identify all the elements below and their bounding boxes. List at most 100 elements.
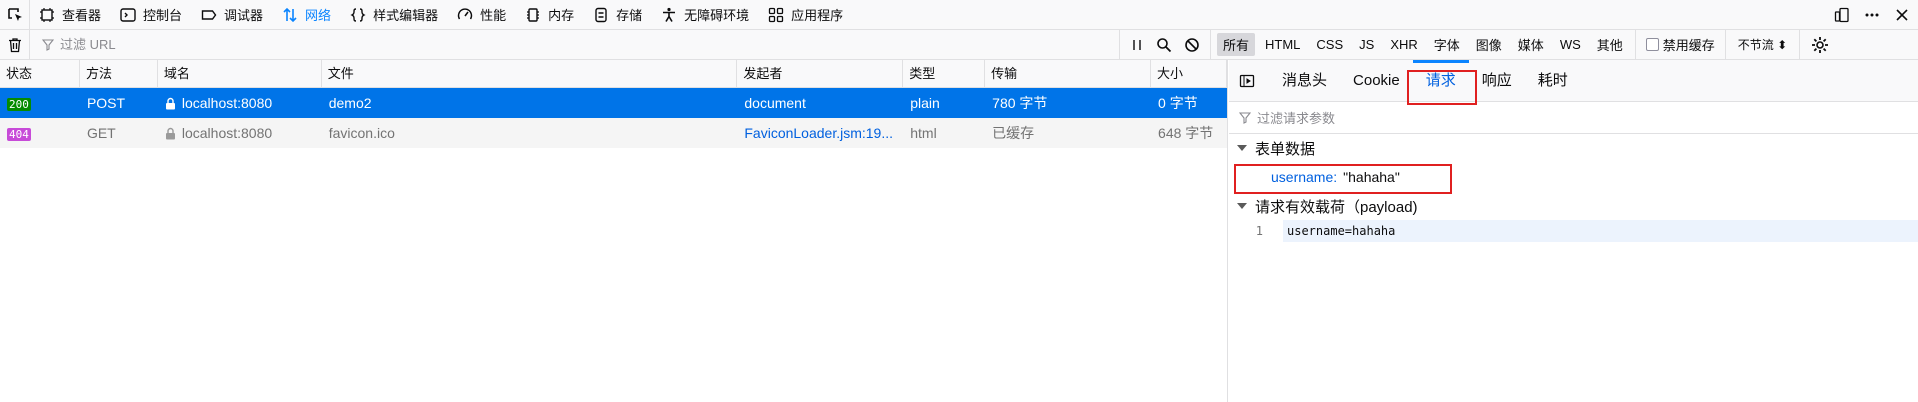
performance-icon bbox=[456, 6, 474, 24]
request-details-panel: 消息头 Cookie 请求 响应 耗时 过滤请求参数 表单数据 username… bbox=[1229, 59, 1918, 402]
element-picker-icon bbox=[7, 7, 22, 21]
tab-headers[interactable]: 消息头 bbox=[1269, 60, 1340, 102]
type-cell: html bbox=[910, 125, 937, 141]
responsive-design-icon[interactable] bbox=[1834, 7, 1850, 23]
lock-icon bbox=[165, 97, 176, 110]
request-list: 状态 方法 域名 文件 发起者 类型 传输 大小 200 POST localh… bbox=[0, 60, 1228, 402]
tab-console[interactable]: 控制台 bbox=[111, 0, 192, 30]
form-data-section-header[interactable]: 表单数据 bbox=[1229, 134, 1918, 162]
tab-storage-label: 存储 bbox=[616, 8, 643, 23]
tab-performance[interactable]: 性能 bbox=[448, 0, 516, 30]
annotation-box-request-tab bbox=[1407, 70, 1477, 105]
details-tabs: 消息头 Cookie 请求 响应 耗时 bbox=[1229, 59, 1918, 105]
search-icon[interactable] bbox=[1156, 37, 1172, 53]
filter-css-button[interactable]: CSS bbox=[1310, 35, 1349, 54]
expand-triangle-icon bbox=[1237, 203, 1247, 209]
tab-network[interactable]: 网络 bbox=[273, 0, 341, 30]
tab-accessibility[interactable]: 无障碍环境 bbox=[652, 0, 759, 30]
tab-performance-label: 性能 bbox=[480, 8, 507, 23]
filter-media-button[interactable]: 媒体 bbox=[1512, 33, 1550, 56]
payload-section-header[interactable]: 请求有效载荷（payload) bbox=[1229, 192, 1918, 220]
tab-memory[interactable]: 内存 bbox=[516, 0, 584, 30]
transferred-cell: 已缓存 bbox=[992, 125, 1035, 141]
tab-inspector-label: 查看器 bbox=[62, 8, 102, 23]
request-type-filters: 所有 HTML CSS JS XHR 字体 图像 媒体 WS 其他 bbox=[1211, 29, 1636, 60]
filter-js-button[interactable]: JS bbox=[1353, 35, 1380, 54]
column-size[interactable]: 大小 bbox=[1151, 60, 1227, 87]
annotation-box-form-data bbox=[1234, 164, 1452, 194]
pause-icon[interactable] bbox=[1130, 38, 1144, 52]
disable-cache-label: 禁用缓存 bbox=[1662, 38, 1715, 53]
tab-response[interactable]: 响应 bbox=[1469, 60, 1525, 102]
tab-network-label: 网络 bbox=[305, 8, 332, 23]
table-row[interactable]: 404 GET localhost:8080 favicon.ico Favic… bbox=[0, 118, 1227, 148]
console-icon bbox=[119, 6, 137, 24]
gear-icon bbox=[1812, 36, 1829, 53]
trash-icon bbox=[8, 37, 21, 52]
devtools-toolbox: 查看器 控制台 调试器 网络 样式编辑器 性能 内存 存储 无障碍环境 应用程序 bbox=[0, 0, 1918, 30]
tab-application-label: 应用程序 bbox=[791, 8, 844, 23]
tab-cookies[interactable]: Cookie bbox=[1340, 60, 1413, 102]
filter-tools bbox=[1120, 29, 1211, 60]
close-icon[interactable] bbox=[1894, 7, 1910, 23]
method-cell: POST bbox=[86, 95, 126, 111]
element-picker-button[interactable] bbox=[0, 0, 30, 30]
style-editor-icon bbox=[349, 6, 367, 24]
filter-other-button[interactable]: 其他 bbox=[1591, 33, 1629, 56]
form-data-title: 表单数据 bbox=[1255, 140, 1316, 158]
lock-icon bbox=[165, 127, 176, 140]
tab-application[interactable]: 应用程序 bbox=[759, 0, 853, 30]
request-list-header: 状态 方法 域名 文件 发起者 类型 传输 大小 bbox=[0, 60, 1227, 88]
debugger-icon bbox=[200, 6, 218, 24]
tab-accessibility-label: 无障碍环境 bbox=[684, 8, 750, 23]
accessibility-icon bbox=[660, 6, 678, 24]
filter-images-button[interactable]: 图像 bbox=[1470, 33, 1508, 56]
initiator-link[interactable]: FaviconLoader.jsm:19... bbox=[737, 125, 903, 141]
form-data-row: username: "hahaha" bbox=[1229, 162, 1918, 194]
more-options-icon[interactable] bbox=[1864, 7, 1880, 23]
tab-style-editor[interactable]: 样式编辑器 bbox=[341, 0, 448, 30]
filter-all-button[interactable]: 所有 bbox=[1217, 33, 1256, 56]
tab-debugger[interactable]: 调试器 bbox=[192, 0, 273, 30]
column-domain[interactable]: 域名 bbox=[158, 60, 322, 87]
payload-code-line: 1 username=hahaha bbox=[1229, 220, 1918, 242]
url-filter-input[interactable] bbox=[60, 37, 1060, 52]
tab-storage[interactable]: 存储 bbox=[584, 0, 652, 30]
disable-cache-toggle[interactable]: 禁用缓存 bbox=[1636, 29, 1726, 60]
column-status[interactable]: 状态 bbox=[0, 60, 80, 87]
request-param-filter[interactable]: 过滤请求参数 bbox=[1229, 102, 1918, 134]
tab-timings[interactable]: 耗时 bbox=[1525, 60, 1581, 102]
filter-ws-button[interactable]: WS bbox=[1554, 35, 1587, 54]
file-cell: demo2 bbox=[328, 95, 372, 111]
toolbox-controls bbox=[1834, 0, 1910, 30]
line-number: 1 bbox=[1255, 224, 1263, 238]
domain-text: localhost:8080 bbox=[181, 95, 273, 111]
column-type[interactable]: 类型 bbox=[903, 60, 986, 87]
column-transferred[interactable]: 传输 bbox=[985, 60, 1152, 87]
settings-button[interactable] bbox=[1800, 30, 1840, 60]
initiator-cell: document bbox=[744, 95, 806, 111]
column-method[interactable]: 方法 bbox=[80, 60, 158, 87]
status-badge: 200 bbox=[7, 98, 31, 111]
param-filter-placeholder: 过滤请求参数 bbox=[1257, 111, 1336, 126]
toggle-sidebar-button[interactable] bbox=[1235, 69, 1259, 93]
tab-inspector[interactable]: 查看器 bbox=[30, 0, 111, 30]
block-icon[interactable] bbox=[1184, 37, 1200, 53]
filter-xhr-button[interactable]: XHR bbox=[1384, 35, 1423, 54]
status-cell: 404 bbox=[0, 125, 80, 141]
column-file[interactable]: 文件 bbox=[322, 60, 738, 87]
inspector-icon bbox=[38, 6, 56, 24]
clear-requests-button[interactable] bbox=[0, 29, 30, 60]
domain-cell: localhost:8080 bbox=[158, 95, 322, 111]
filter-html-button[interactable]: HTML bbox=[1259, 35, 1306, 54]
filter-fonts-button[interactable]: 字体 bbox=[1428, 33, 1466, 56]
column-initiator[interactable]: 发起者 bbox=[737, 60, 904, 87]
url-filter-box bbox=[30, 29, 1120, 60]
sidebar-toggle-icon bbox=[1239, 74, 1255, 87]
tab-style-editor-label: 样式编辑器 bbox=[373, 8, 439, 23]
disable-cache-checkbox[interactable] bbox=[1645, 38, 1659, 51]
expand-triangle-icon bbox=[1237, 145, 1247, 151]
throttling-select[interactable]: 不节流 ⬍ bbox=[1726, 29, 1801, 60]
storage-icon bbox=[592, 6, 610, 24]
table-row[interactable]: 200 POST localhost:8080 demo2 document p… bbox=[0, 88, 1227, 118]
